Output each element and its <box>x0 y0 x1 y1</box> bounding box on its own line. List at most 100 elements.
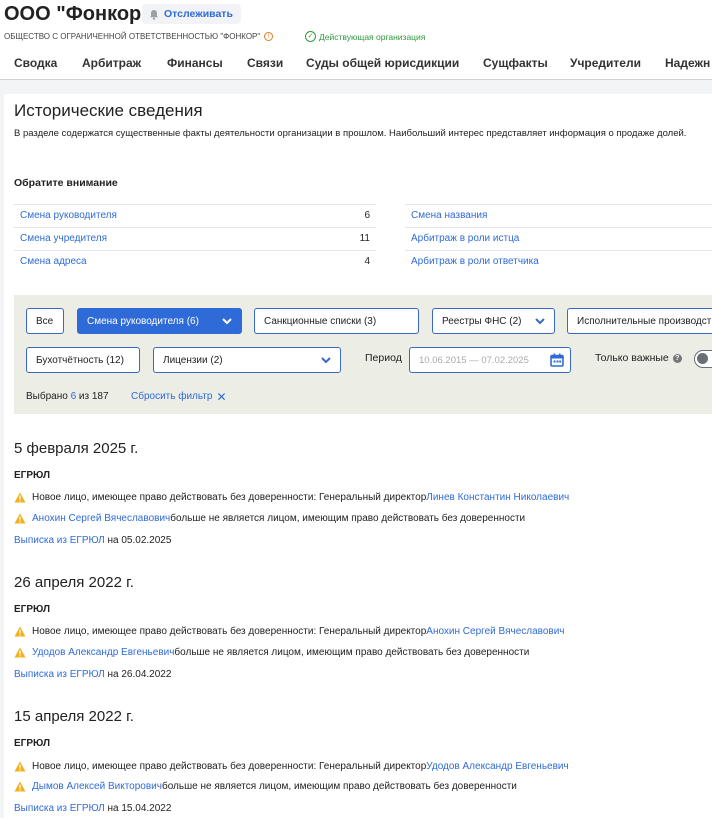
section-description: В разделе содержатся существенные факты … <box>14 128 687 139</box>
filter-fns-dropdown[interactable]: Реестры ФНС (2) <box>432 308 555 334</box>
attention-row: Арбитраж в роли истца <box>405 227 712 249</box>
tab-founders[interactable]: Учредители <box>570 56 641 70</box>
event-text: больше не является лицом, имеющим право … <box>174 647 530 658</box>
filter-enforcement-label: Исполнительные производства <box>577 315 712 327</box>
chevron-down-icon <box>222 318 232 325</box>
attention-count: 4 <box>364 256 370 267</box>
egrul-extract-link[interactable]: Выписка из ЕГРЮЛ <box>14 803 105 814</box>
filter-all-button[interactable]: Все <box>26 308 64 334</box>
reset-filter-label: Сбросить фильтр <box>131 391 213 402</box>
event-text: больше не является лицом, имеющим право … <box>161 781 517 792</box>
attention-link-name-change[interactable]: Смена названия <box>411 210 487 221</box>
event-line: Новое лицо, имеющее право действовать бе… <box>14 626 565 637</box>
chevron-down-icon <box>535 318 545 325</box>
event-line: Дымов Алексей Викторович больше не являе… <box>14 781 517 792</box>
filter-accounting-button[interactable]: Бухотчётность (12) <box>26 347 140 373</box>
section-title: Исторические сведения <box>14 101 203 120</box>
attention-link-address-change[interactable]: Смена адреса <box>20 256 87 267</box>
event-text: Новое лицо, имеющее право действовать бе… <box>32 492 427 503</box>
filter-director-change-dropdown[interactable]: Смена руководителя (6) <box>77 308 242 334</box>
tab-courts[interactable]: Суды общей юрисдикции <box>306 56 459 70</box>
bell-icon <box>150 9 158 20</box>
person-link[interactable]: Анохин Сергей Вячеславович <box>32 513 170 524</box>
tab-arbitrage[interactable]: Арбитраж <box>82 56 141 70</box>
extract-line: Выписка из ЕГРЮЛ на 05.02.2025 <box>14 535 171 546</box>
tab-facts[interactable]: Сущфакты <box>483 56 548 70</box>
extract-line: Выписка из ЕГРЮЛ на 15.04.2022 <box>14 803 171 814</box>
period-input[interactable]: 10.06.2015 — 07.02.2025 <box>409 347 571 373</box>
toggle-knob <box>697 353 708 364</box>
extract-line: Выписка из ЕГРЮЛ на 26.04.2022 <box>14 669 171 680</box>
chevron-down-icon <box>321 357 331 364</box>
event-line: Удодов Александр Евгеньевич больше не яв… <box>14 647 529 658</box>
event-line: Анохин Сергей Вячеславович больше не явл… <box>14 513 525 524</box>
event-date: 5 февраля 2025 г. <box>14 440 139 457</box>
company-header: ООО "Фонкор" Отслеживать ОБЩЕСТВО С ОГРА… <box>0 0 712 92</box>
extract-date: на 26.04.2022 <box>104 669 172 680</box>
extract-date: на 15.04.2022 <box>104 803 172 814</box>
page-gutter-left <box>0 94 4 818</box>
attention-link-founder-change[interactable]: Смена учредителя <box>20 233 107 244</box>
egrul-extract-link[interactable]: Выписка из ЕГРЮЛ <box>14 669 105 680</box>
person-link[interactable]: Линев Константин Николаевич <box>426 492 569 503</box>
event-date: 15 апреля 2022 г. <box>14 708 134 725</box>
person-link[interactable]: Удодов Александр Евгеньевич <box>426 761 568 772</box>
close-icon: ✕ <box>216 389 227 404</box>
attention-row: Смена руководителя 6 <box>14 204 376 226</box>
period-value: 10.06.2015 — 07.02.2025 <box>419 354 529 366</box>
attention-row: Смена учредителя 11 <box>14 227 376 249</box>
person-link[interactable]: Анохин Сергей Вячеславович <box>426 626 564 637</box>
warning-icon <box>14 781 26 792</box>
warning-icon <box>14 761 26 772</box>
page-gutter-top <box>0 80 712 94</box>
attention-row: Смена адреса 4 <box>14 250 376 272</box>
person-link[interactable]: Удодов Александр Евгеньевич <box>32 647 174 658</box>
egrul-extract-link[interactable]: Выписка из ЕГРЮЛ <box>14 535 105 546</box>
calendar-icon[interactable] <box>550 353 564 367</box>
filter-director-change-label: Смена руководителя (6) <box>87 315 199 327</box>
status-badge: ✓ Действующая организация <box>305 31 425 42</box>
filter-enforcement-dropdown[interactable]: Исполнительные производства <box>567 308 712 334</box>
help-icon[interactable]: ? <box>672 353 682 363</box>
filter-sanctions-label: Санкционные списки (3) <box>264 315 377 327</box>
only-important-toggle[interactable] <box>694 350 712 368</box>
attention-link-director-change[interactable]: Смена руководителя <box>20 210 117 221</box>
event-text: больше не является лицом, имеющим право … <box>170 513 526 524</box>
warning-icon <box>14 647 26 658</box>
only-important-label: Только важные ? <box>595 352 682 364</box>
attention-count: 6 <box>364 210 370 221</box>
event-source: ЕГРЮЛ <box>14 604 50 615</box>
tab-svodka[interactable]: Сводка <box>14 56 57 70</box>
filter-all-label: Все <box>36 315 54 327</box>
check-icon: ✓ <box>305 31 316 42</box>
company-name: ООО "Фонкор" <box>4 3 151 25</box>
event-source: ЕГРЮЛ <box>14 470 50 481</box>
filter-licenses-label: Лицензии (2) <box>163 354 223 366</box>
track-button[interactable]: Отслеживать <box>142 4 241 24</box>
filter-accounting-label: Бухотчётность (12) <box>36 354 124 366</box>
tab-finance[interactable]: Финансы <box>167 56 223 70</box>
attention-row: Смена названия <box>405 204 712 226</box>
info-warning-icon[interactable]: ! <box>264 32 274 41</box>
company-full-name-text: ОБЩЕСТВО С ОГРАНИЧЕННОЙ ОТВЕТСТВЕННОСТЬЮ… <box>4 32 261 41</box>
extract-date: на 05.02.2025 <box>104 535 172 546</box>
attention-link-arbitrage-plaintiff[interactable]: Арбитраж в роли истца <box>411 233 519 244</box>
tab-links[interactable]: Связи <box>247 56 283 70</box>
filter-sanctions-button[interactable]: Санкционные списки (3) <box>254 308 419 334</box>
tab-reliability[interactable]: Надежн <box>665 56 710 70</box>
event-line: Новое лицо, имеющее право действовать бе… <box>14 761 569 772</box>
filter-licenses-dropdown[interactable]: Лицензии (2) <box>153 347 341 373</box>
warning-icon <box>14 626 26 637</box>
warning-icon <box>14 513 26 524</box>
person-link[interactable]: Дымов Алексей Викторович <box>32 781 162 792</box>
event-line: Новое лицо, имеющее право действовать бе… <box>14 492 569 503</box>
selected-count-info: Выбрано 6 из 187 <box>26 391 109 402</box>
attention-title: Обратите внимание <box>14 177 118 189</box>
tab-bar: Сводка Арбитраж Финансы Связи Суды общей… <box>0 50 712 80</box>
filter-fns-label: Реестры ФНС (2) <box>442 315 522 327</box>
attention-link-arbitrage-defendant[interactable]: Арбитраж в роли ответчика <box>411 256 539 267</box>
selected-prefix: Выбрано <box>26 391 71 402</box>
reset-filter-button[interactable]: Сбросить фильтр ✕ <box>131 389 227 404</box>
warning-icon <box>14 492 26 503</box>
attention-row: Арбитраж в роли ответчика <box>405 250 712 272</box>
